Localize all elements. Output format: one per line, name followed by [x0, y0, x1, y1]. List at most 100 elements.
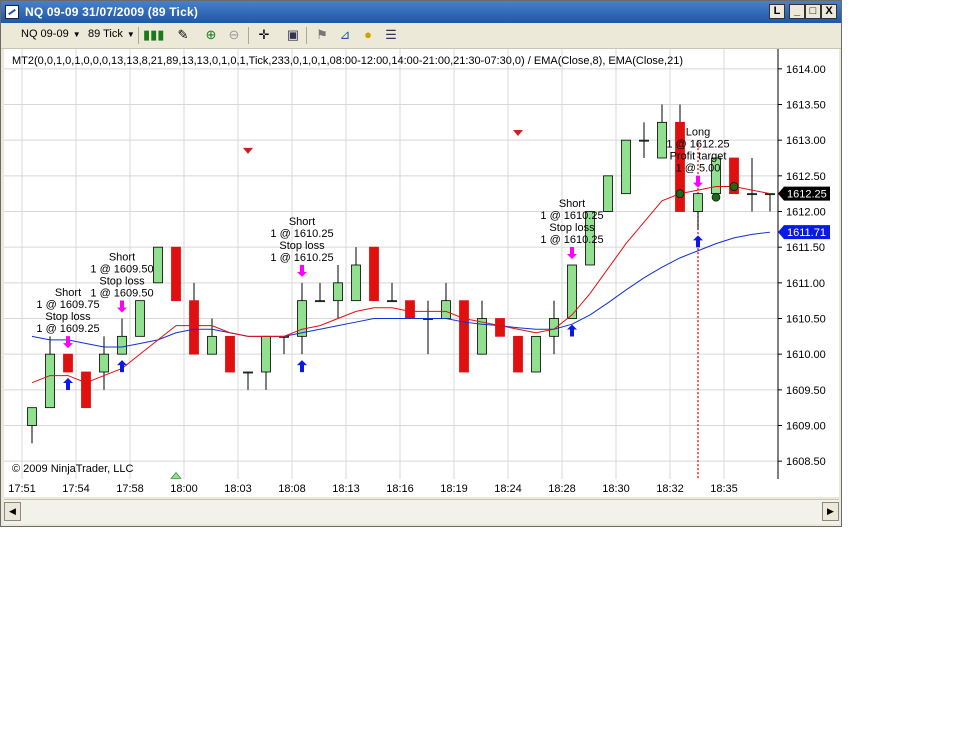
trade-annotation-line: Stop loss: [99, 276, 145, 288]
up-candle: [261, 335, 271, 373]
down-candle: [495, 318, 505, 337]
up-candle: [549, 318, 559, 337]
ema21-price-tag: 1611.71: [787, 227, 826, 239]
strategy-label: MT2(0,0,1,0,1,0,0,0,13,13,8,21,89,13,13,…: [12, 55, 683, 67]
x-tick-label: 18:16: [386, 483, 414, 495]
trade-annotation-line: 1 @ 1610.25: [270, 252, 333, 264]
short-entry-arrow: [567, 247, 577, 259]
up-candle: [765, 193, 775, 196]
x-tick-label: 18:28: [548, 483, 576, 495]
trade-annotation-line: Stop loss: [549, 222, 595, 234]
price-chart[interactable]: Short1 @ 1609.75Stop loss1 @ 1609.25Shor…: [4, 49, 839, 497]
signal-down-triangle: [243, 147, 253, 154]
signal-dot: [675, 189, 685, 198]
trade-annotation-line: 1 @ 1610.25: [540, 234, 603, 246]
last-price-tag: 1612.25: [787, 189, 827, 201]
y-tick-label: 1609.50: [786, 385, 826, 397]
up-candle: [639, 139, 649, 142]
up-candle: [135, 300, 145, 337]
up-candle: [747, 193, 757, 196]
long-entry-arrow: [297, 360, 307, 373]
toolbar-divider: [306, 27, 307, 44]
down-candle: [63, 353, 73, 373]
properties-icon[interactable]: ☰: [381, 26, 401, 44]
up-candle: [441, 300, 451, 319]
x-tick-label: 17:58: [116, 483, 144, 495]
interval-dropdown[interactable]: 89 Tick ▼: [88, 28, 135, 40]
x-tick-label: 18:03: [224, 483, 252, 495]
scroll-left-button[interactable]: ◀: [4, 502, 21, 521]
signal-down-triangle: [513, 130, 523, 137]
up-candle: [531, 335, 541, 373]
x-tick-label: 18:08: [278, 483, 306, 495]
up-candle: [693, 193, 703, 212]
trade-annotation-line: 1 @ 1610.25: [270, 228, 333, 240]
up-candle: [117, 335, 127, 355]
pencil-icon[interactable]: ✎: [173, 26, 193, 44]
down-candle: [81, 371, 91, 409]
up-candle: [243, 371, 253, 374]
trade-annotation-line: Short: [109, 252, 135, 264]
instrument-dropdown[interactable]: NQ 09-09 ▼: [21, 28, 81, 40]
toolbar-divider: [138, 27, 139, 44]
up-candle: [207, 335, 217, 355]
trade-annotation-line: 1 @ 1609.50: [90, 264, 153, 276]
x-tick-label: 17:51: [8, 483, 36, 495]
close-button[interactable]: X: [821, 4, 837, 19]
price-axis: 1614.00 1613.50 1613.00 1612.50 1612.00 1611.…: [778, 64, 826, 468]
trade-annotation-line: Profit target: [670, 151, 727, 163]
long-entry-arrow: [693, 235, 703, 248]
up-candle: [657, 121, 667, 159]
horizontal-scrollbar[interactable]: ◀ ▶: [4, 499, 839, 524]
chart-window: NQ 09-09 31/07/2009 (89 Tick) L _ □ X NQ…: [0, 0, 842, 527]
interval-label: 89 Tick: [88, 28, 123, 40]
crosshair-icon[interactable]: ✛: [254, 26, 274, 44]
zoom-in-icon[interactable]: ⊕: [201, 26, 221, 44]
up-candle: [621, 139, 631, 195]
short-entry-arrow: [693, 175, 703, 188]
x-tick-label: 17:54: [62, 483, 90, 495]
signal-dot: [711, 192, 721, 202]
short-entry-arrow: [297, 264, 307, 277]
scroll-right-button[interactable]: ▶: [822, 502, 839, 521]
up-candle: [45, 353, 55, 409]
window-title: NQ 09-09 31/07/2009 (89 Tick): [25, 5, 199, 19]
zoom-out-icon[interactable]: ⊖: [224, 26, 244, 44]
indicator-icon[interactable]: ⊿: [335, 26, 355, 44]
time-axis: 17:51 17:54 17:58 18:00 18:03 18:08 18:13 18:16…: [8, 483, 738, 495]
data-box-icon[interactable]: ▣: [283, 26, 303, 44]
up-candle: [27, 407, 37, 426]
y-tick-label: 1609.00: [786, 421, 826, 433]
long-entry-arrow: [567, 324, 577, 337]
up-candle: [387, 300, 397, 303]
x-tick-label: 18:13: [332, 483, 360, 495]
x-tick-label: 18:24: [494, 483, 522, 495]
link-button[interactable]: L: [769, 4, 785, 19]
down-candle: [171, 246, 181, 302]
down-candle: [189, 300, 199, 355]
y-tick-label: 1614.00: [786, 64, 826, 76]
down-candle: [225, 335, 235, 373]
strategy-icon[interactable]: ⚑: [312, 26, 332, 44]
y-tick-label: 1611.50: [786, 242, 825, 254]
short-entry-arrow: [63, 336, 73, 349]
trade-annotation-line: Stop loss: [279, 240, 325, 252]
long-entry-arrow: [63, 378, 73, 390]
x-tick-label: 18:19: [440, 483, 468, 495]
trade-annotation-line: 1 @ 5.00: [676, 163, 721, 175]
down-candle: [459, 300, 469, 373]
y-tick-label: 1608.50: [786, 456, 826, 468]
y-tick-label: 1611.00: [786, 278, 825, 290]
order-icon[interactable]: ●: [358, 26, 378, 44]
chart-panel[interactable]: Short 1 @ 1609.75 Stop loss 1 @ 1609.25 Shor…: [4, 49, 839, 497]
minimize-button[interactable]: _: [789, 4, 805, 19]
trade-annotation-line: 1 @ 1609.75: [36, 299, 99, 311]
y-tick-label: 1610.00: [786, 349, 826, 361]
up-candle: [351, 264, 361, 302]
up-candle: [315, 300, 325, 303]
candlestick-chart-icon[interactable]: ▮▮▮: [143, 26, 164, 44]
maximize-button[interactable]: □: [805, 4, 821, 19]
y-tick-label: 1613.00: [786, 135, 826, 147]
title-bar[interactable]: NQ 09-09 31/07/2009 (89 Tick) L _ □ X: [1, 1, 841, 23]
x-tick-label: 18:35: [710, 483, 738, 495]
